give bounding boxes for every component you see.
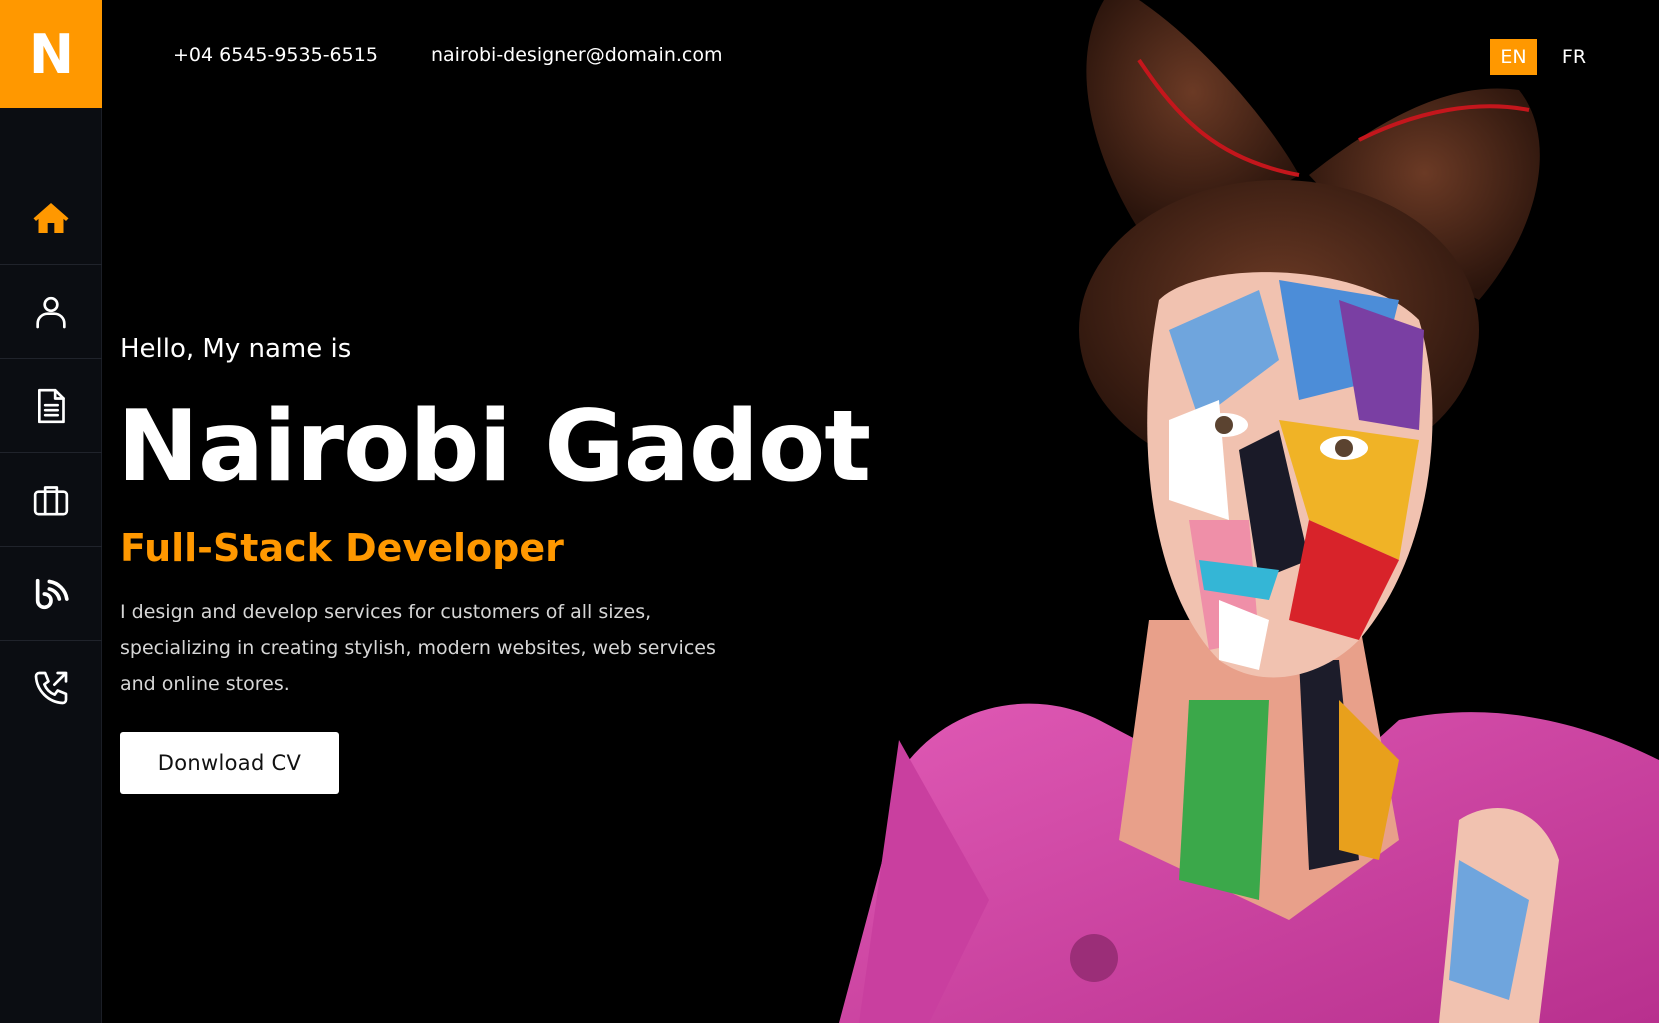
sidebar: N [0, 0, 102, 1023]
sidebar-item-portfolio[interactable] [0, 453, 102, 547]
hero-name: Nairobi Gadot [117, 390, 871, 504]
user-icon [36, 296, 66, 328]
home-icon [33, 202, 69, 233]
blog-feed-icon [35, 578, 69, 609]
document-icon [38, 388, 65, 423]
sidebar-item-contact[interactable] [0, 641, 102, 735]
download-cv-button[interactable]: Donwload CV [120, 732, 339, 794]
sidebar-item-home[interactable] [0, 171, 102, 265]
hero-greeting: Hello, My name is [120, 334, 352, 364]
hero-portrait-image [839, 0, 1659, 1023]
sidebar-item-resume[interactable] [0, 359, 102, 453]
sidebar-nav [0, 171, 102, 735]
phone-outgoing-icon [34, 671, 68, 705]
hero-description: I design and develop services for custom… [120, 601, 716, 695]
hero-role: Full-Stack Developer [120, 526, 564, 570]
sidebar-item-about[interactable] [0, 265, 102, 359]
sidebar-item-blog[interactable] [0, 547, 102, 641]
contact-phone[interactable]: +04 6545-9535-6515 [173, 44, 378, 66]
logo-letter: N [28, 22, 74, 86]
contact-email[interactable]: nairobi-designer@domain.com [431, 44, 723, 66]
briefcase-icon [33, 485, 69, 515]
logo[interactable]: N [0, 0, 102, 108]
